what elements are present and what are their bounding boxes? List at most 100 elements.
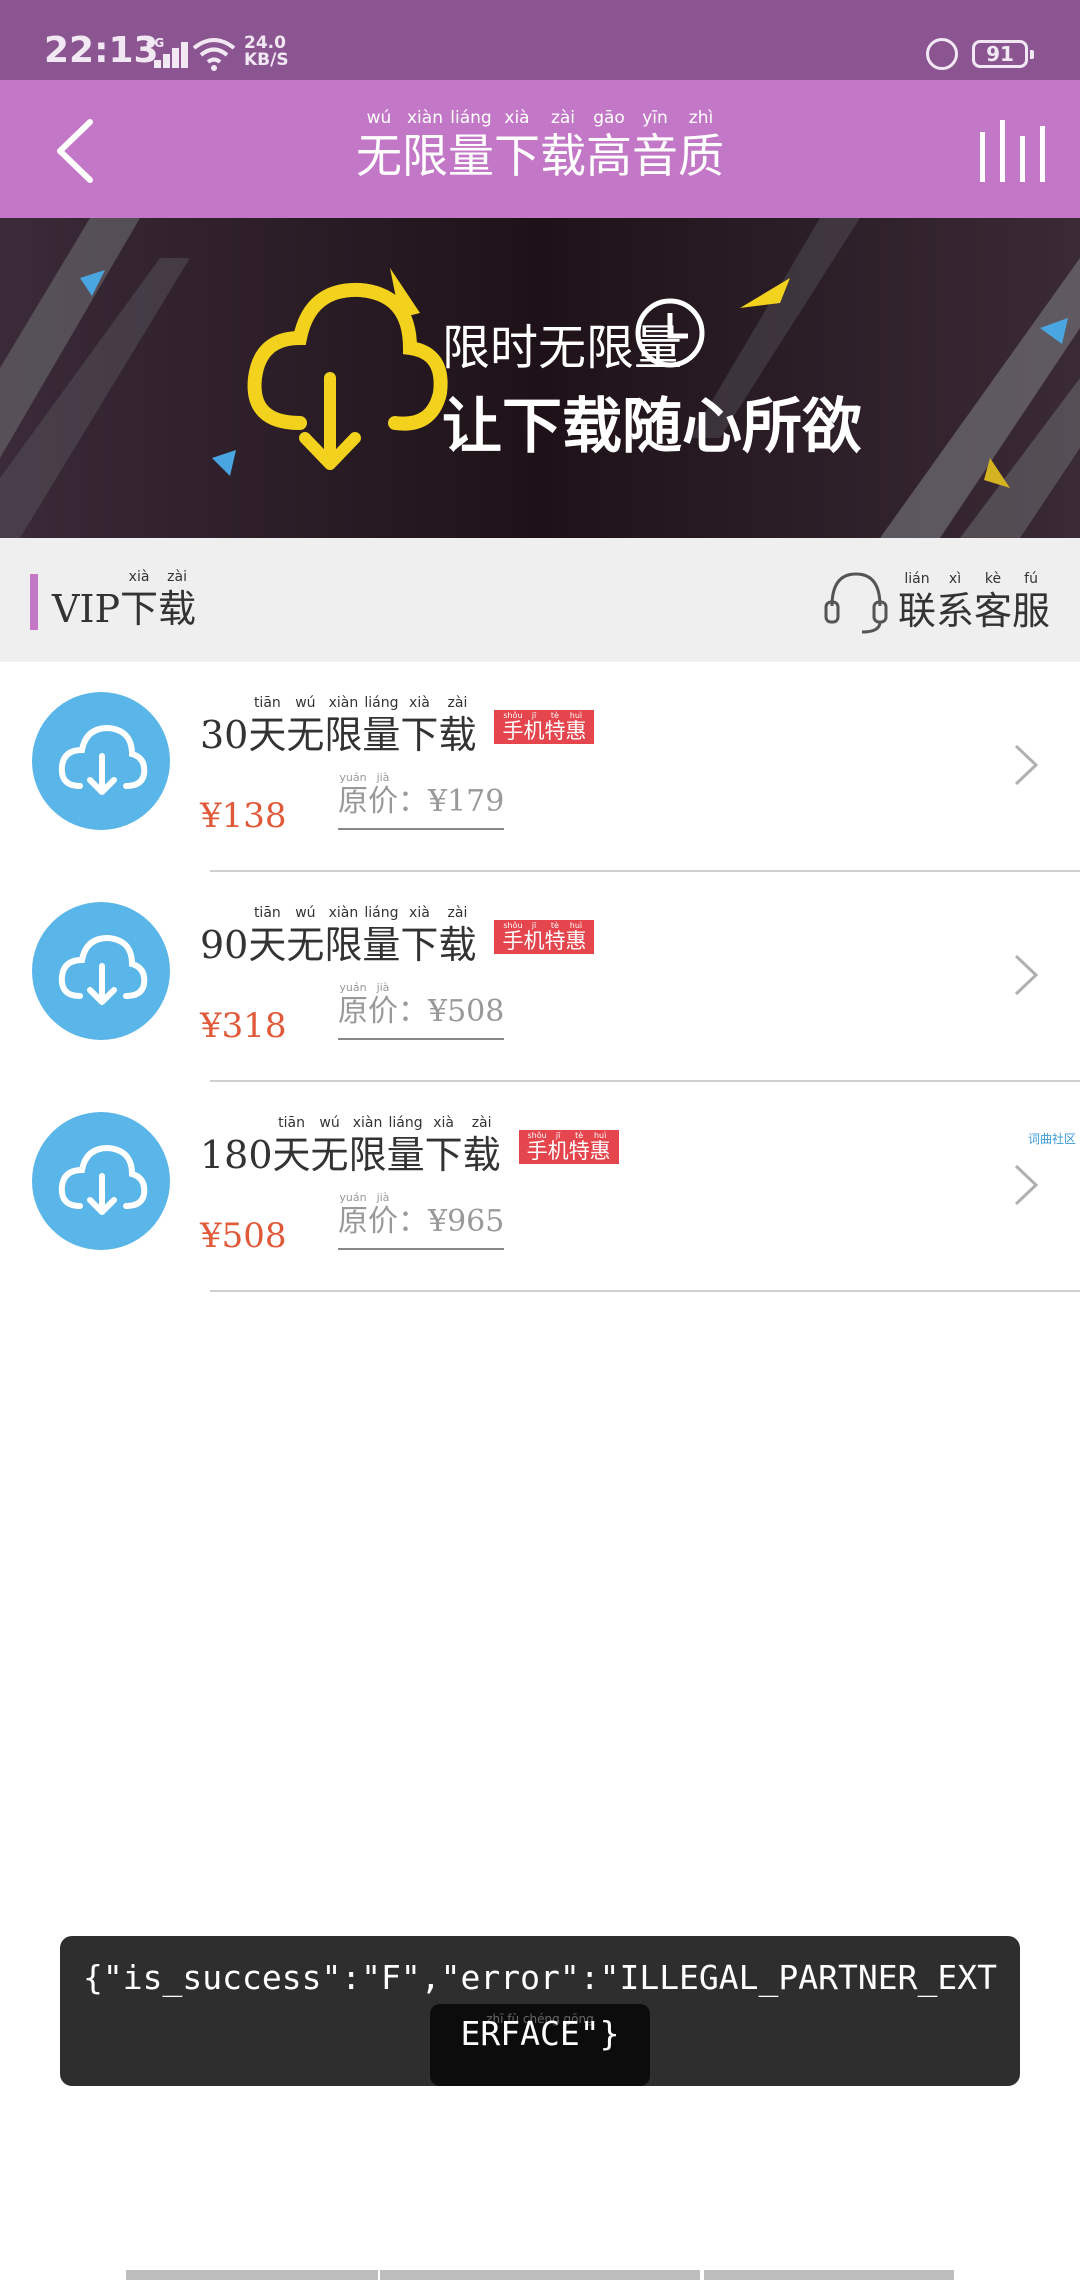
ruby-char: xiàn 限 — [349, 1116, 387, 1174]
hanzi: 下 — [494, 129, 540, 183]
pinyin: xiàn — [328, 695, 359, 711]
banner-line2: 让下载随心所欲 — [442, 392, 862, 462]
pinyin: fú — [1024, 571, 1038, 587]
chevron-right-icon[interactable] — [1012, 1162, 1042, 1208]
strikethrough — [338, 1248, 505, 1250]
ruby-char: xiàn 限 — [324, 906, 362, 964]
ruby-char: jià 价 — [368, 1192, 398, 1237]
hanzi: 天 — [248, 713, 287, 757]
chevron-right-icon[interactable] — [1012, 742, 1042, 788]
contact-service-link[interactable]: lián 联 xì 系 kè 客 fú 服 — [898, 572, 1050, 630]
package-name: 30 tiān 天 wú 无 xiàn 限 liáng 量 xià 下 zài 载 shǒu 手 jī 机 tè 特… — [200, 695, 595, 757]
ruby-char: liáng 量 — [362, 696, 400, 754]
ruby-char: jī 机 — [548, 1132, 569, 1162]
hanzi: 惠 — [565, 929, 587, 953]
section-title: VIP xià 下 zài 载 — [52, 569, 197, 631]
ruby-char: lián 联 — [898, 572, 936, 630]
ruby-char: tiān 天 — [248, 906, 286, 964]
pinyin: jià — [376, 771, 390, 784]
ruby-char: zài 载 — [540, 108, 586, 180]
ruby-char: wú 无 — [286, 696, 324, 754]
pinyin: gāo — [593, 108, 625, 128]
package-days: 30 — [200, 713, 249, 757]
promo-banner[interactable]: 限时无限量 让下载随心所欲 — [0, 218, 1080, 538]
pinyin: tiān — [253, 905, 281, 921]
pinyin: xià — [504, 108, 530, 128]
hanzi: 手 — [502, 929, 524, 953]
cloud-download-icon — [32, 1112, 170, 1250]
hanzi: 机 — [547, 1139, 569, 1163]
hanzi: 特 — [568, 1139, 590, 1163]
package-item[interactable]: 90 tiān 天 wú 无 xiàn 限 liáng 量 xià 下 zài 载 shǒu 手 jī 机 tè 特… — [0, 872, 1080, 1082]
side-tag[interactable]: 词曲社区 — [1028, 1130, 1076, 1147]
pinyin: xiàn — [352, 1115, 383, 1131]
hanzi: 原 — [338, 1204, 368, 1239]
original-price: yuán 原 jià 价：¥179 — [338, 771, 505, 830]
package-days: 90 — [200, 923, 249, 967]
ruby-char: huì 惠 — [565, 922, 586, 952]
ruby-char: zài 载 — [438, 696, 476, 754]
hanzi: 原 — [338, 784, 368, 819]
equalizer-icon[interactable] — [978, 120, 1048, 182]
package-item[interactable]: 30 tiān 天 wú 无 xiàn 限 liáng 量 xià 下 zài 载 shǒu 手 jī 机 tè 特… — [0, 662, 1080, 872]
hanzi: 下 — [400, 713, 439, 757]
net-speed: 24.0 KB/S — [244, 33, 289, 70]
chevron-right-icon[interactable] — [1012, 952, 1042, 998]
hanzi: 价 — [368, 994, 398, 1029]
hanzi: 服 — [1012, 589, 1051, 633]
ruby-char: fú 服 — [1012, 572, 1050, 630]
pinyin: zài — [447, 905, 468, 921]
strikethrough — [338, 828, 505, 830]
mobile-discount-badge: shǒu 手 jī 机 tè 特 huì 惠 — [518, 1130, 619, 1164]
ruby-char: xiàn 限 — [324, 696, 362, 754]
hanzi: 量 — [362, 923, 401, 967]
ruby-char: xià 下 — [400, 696, 438, 754]
ruby-char: zài 载 — [463, 1116, 501, 1174]
ruby-char: yuán 原 — [338, 1192, 368, 1237]
package-item[interactable]: 180 tiān 天 wú 无 xiàn 限 liáng 量 xià 下 zài 载 shǒu 手 jī 机 tè… — [0, 1082, 1080, 1292]
nav-indicator-left — [126, 2270, 378, 2280]
ruby-char: liáng 量 — [387, 1116, 425, 1174]
hanzi: 无 — [286, 923, 325, 967]
package-price: ¥318 — [200, 1006, 287, 1046]
nav-indicator-mid — [380, 2270, 700, 2280]
ruby-char: tè 特 — [544, 922, 565, 952]
hanzi: 无 — [310, 1133, 349, 1177]
hanzi: 限 — [402, 129, 448, 183]
ruby-char: kè 客 — [974, 572, 1012, 630]
ruby-char: zài 载 — [438, 906, 476, 964]
original-price: yuán 原 jià 价：¥508 — [338, 982, 505, 1040]
pinyin: zài — [447, 695, 468, 711]
hanzi: 特 — [544, 929, 566, 953]
hanzi: 质 — [678, 129, 724, 183]
pinyin: liáng — [364, 905, 399, 921]
hanzi: 系 — [936, 589, 975, 633]
pinyin: zài — [550, 108, 576, 128]
ruby-char: liáng 量 — [362, 906, 400, 964]
pinyin: kè — [984, 571, 1002, 587]
hanzi: 高 — [586, 129, 632, 183]
page-title: wú 无 xiàn 限 liáng 量 xià 下 zài 载 gāo 高 yīn 音 zhì 质 — [0, 108, 1080, 183]
ruby-char: wú 无 — [311, 1116, 349, 1174]
pinyin: tiān — [253, 695, 281, 711]
pinyin: wú — [295, 695, 316, 711]
headset-icon[interactable] — [822, 566, 890, 636]
pinyin: xià — [409, 905, 430, 921]
ruby-char: wú 无 — [286, 906, 324, 964]
hanzi: 载 — [462, 1133, 501, 1177]
pinyin: wú — [295, 905, 316, 921]
mobile-discount-badge: shǒu 手 jī 机 tè 特 huì 惠 — [494, 920, 595, 954]
hanzi: 联 — [898, 589, 937, 633]
ruby-char: shǒu 手 — [502, 922, 523, 952]
hanzi: 客 — [974, 589, 1013, 633]
hanzi: 手 — [502, 719, 524, 743]
pinyin: zài — [167, 569, 187, 585]
hanzi: 特 — [544, 719, 566, 743]
pinyin: xiàn — [407, 108, 443, 128]
battery-icon: 91 — [972, 40, 1034, 68]
pinyin: tiān — [278, 1115, 305, 1131]
app-header: wú 无 xiàn 限 liáng 量 xià 下 zài 载 gāo 高 yīn 音 zhì 质 — [0, 80, 1080, 218]
pinyin: liáng — [388, 1115, 423, 1131]
pinyin: wú — [319, 1115, 340, 1131]
ruby-char: yīn 音 — [632, 110, 678, 180]
